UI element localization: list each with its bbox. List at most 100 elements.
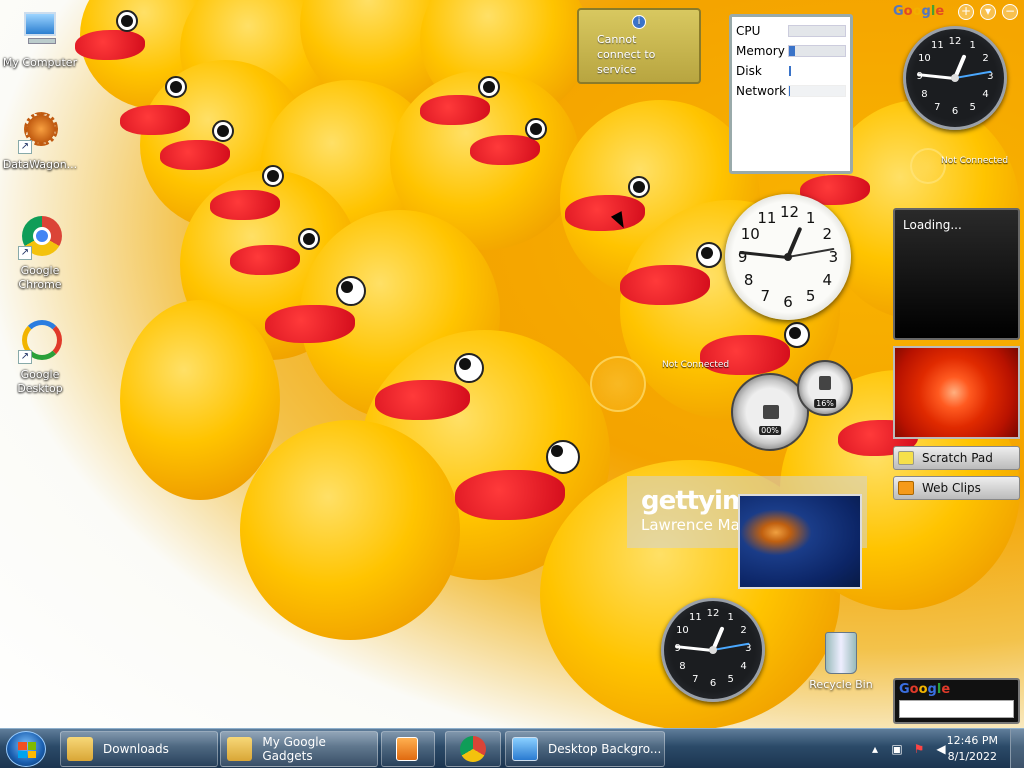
- clock-numeral: 8: [921, 88, 928, 100]
- taskbar-time: 12:46 PM: [946, 734, 998, 747]
- google-desktop-icon: ↗: [18, 320, 62, 364]
- computer-icon: [18, 8, 62, 52]
- desktop-icon-my-computer[interactable]: My Computer: [1, 8, 79, 70]
- taskbar-button-chrome[interactable]: [445, 731, 501, 767]
- shortcut-arrow-icon: ↗: [18, 350, 32, 364]
- windows-logo-icon: [18, 742, 36, 758]
- analog-clock-top-right[interactable]: 12 1 2 3 4 5 6 7 8 9 10 11: [903, 26, 1007, 130]
- action-center-flag-icon[interactable]: ⚑: [912, 742, 926, 756]
- google-search-gadget: Google: [893, 678, 1020, 724]
- scratch-pad-label: Scratch Pad: [922, 451, 993, 465]
- google-logo: Google: [899, 682, 951, 697]
- network-icon[interactable]: ▣: [890, 742, 904, 756]
- desktop-icon-datawagon[interactable]: ↗ DataWagon...: [1, 110, 79, 172]
- web-clips-label: Web Clips: [922, 481, 981, 495]
- clock-numeral: 4: [740, 660, 747, 672]
- clock-status-text: Not Connected: [941, 156, 1009, 166]
- clock-numeral: 8: [679, 660, 686, 672]
- disk-row: Disk: [736, 61, 846, 81]
- weather-gadget[interactable]: i Cannot connect to service: [577, 8, 701, 84]
- clock-numeral: 12: [948, 35, 962, 47]
- web-clips-button[interactable]: Web Clips: [893, 476, 1020, 500]
- clock-numeral: 5: [969, 101, 976, 113]
- taskbar-button-label: My Google Gadgets: [262, 735, 326, 763]
- desktop-icon-label: DataWagon...: [2, 158, 78, 171]
- system-tray: ▴ ▣ ⚑ ◀ 12:46 PM 8/1/2022: [840, 729, 1024, 768]
- system-monitor-gadget[interactable]: CPU Memory Disk Network: [729, 14, 853, 174]
- info-icon: i: [632, 15, 646, 29]
- clock-center-pin: [784, 253, 792, 261]
- clock-center-pin: [951, 74, 959, 82]
- taskbar-button-label: Desktop Backgro...: [548, 742, 662, 756]
- memory-row: Memory: [736, 41, 846, 61]
- clock-numeral: 6: [783, 293, 793, 312]
- slideshow-gadget[interactable]: Loading...: [893, 208, 1020, 340]
- clock-numeral: 10: [918, 53, 931, 65]
- sticky-note-icon: [898, 451, 914, 465]
- clock-numeral: 10: [740, 225, 760, 244]
- cpu-row: CPU: [736, 21, 846, 41]
- clock-numeral: 8: [743, 270, 754, 289]
- shortcut-arrow-icon: ↗: [18, 246, 32, 260]
- taskbar-button-my-google-gadgets[interactable]: My Google Gadgets: [220, 731, 378, 767]
- folder-icon: [227, 737, 253, 761]
- rss-feed-icon: [898, 481, 914, 495]
- show-desktop-button[interactable]: [1010, 729, 1024, 768]
- jellyfish-photo-gadget[interactable]: [738, 494, 862, 589]
- desktop-icon-label: Recycle Bin: [809, 678, 873, 691]
- cpu-bar: [788, 25, 846, 37]
- show-hidden-icons-icon[interactable]: ▴: [868, 742, 882, 756]
- scratch-pad-button[interactable]: Scratch Pad: [893, 446, 1020, 470]
- clock-numeral: 1: [969, 40, 976, 52]
- clock-numeral: 4: [982, 88, 989, 100]
- clock-numeral: 7: [692, 673, 699, 685]
- taskbar-button-desktop-background[interactable]: Desktop Backgro...: [505, 731, 665, 767]
- memory-label: Memory: [736, 44, 785, 58]
- taskbar-button-media-player[interactable]: [381, 731, 435, 767]
- network-label: Network: [736, 84, 787, 98]
- memory-chip-icon: [819, 376, 831, 390]
- clock-numeral: 4: [822, 270, 833, 289]
- disk-bar: [788, 65, 846, 77]
- clock-numeral: 11: [930, 40, 944, 52]
- clock-numeral: 6: [709, 678, 717, 690]
- clock-numeral: 11: [688, 612, 702, 624]
- taskbar-button-label: Downloads: [103, 742, 169, 756]
- clock-numeral: 5: [727, 673, 734, 685]
- slideshow-status: Loading...: [903, 218, 962, 232]
- clock-numeral: 7: [934, 101, 941, 113]
- clock-status-text: Not Connected: [662, 360, 730, 370]
- memory-meter-gauge[interactable]: 16%: [797, 360, 853, 416]
- flower-photo-gadget[interactable]: [893, 346, 1020, 439]
- clock-numeral: 2: [982, 53, 989, 65]
- desktop-icon-google-chrome[interactable]: ↗ Google Chrome: [1, 216, 79, 292]
- clock-numeral: 1: [805, 208, 816, 227]
- network-bar: [788, 85, 846, 97]
- desktop: My Computer ↗ DataWagon... ↗ Google Chro…: [0, 0, 1024, 728]
- google-search-input[interactable]: [899, 700, 1014, 718]
- clock-numeral: 2: [740, 625, 747, 637]
- taskbar-clock[interactable]: 12:46 PM 8/1/2022: [947, 733, 998, 765]
- taskbar-button-downloads[interactable]: Downloads: [60, 731, 218, 767]
- memory-percent: 16%: [814, 399, 836, 408]
- clock-numeral: 6: [951, 106, 959, 118]
- cpu-percent: 00%: [759, 426, 781, 435]
- analog-clock-middle[interactable]: 12 1 2 3 4 5 6 7 8 9 10 11: [725, 194, 851, 320]
- clock-numeral: 5: [805, 287, 816, 306]
- minimize-sidebar-button[interactable]: −: [1002, 4, 1018, 20]
- cpu-label: CPU: [736, 24, 761, 38]
- desktop-icon-google-desktop[interactable]: ↗ Google Desktop: [1, 320, 79, 396]
- analog-clock-bottom[interactable]: 12 1 2 3 4 5 6 7 8 9 10 11: [661, 598, 765, 702]
- desktop-icon-recycle-bin[interactable]: Recycle Bin: [808, 632, 874, 691]
- sidebar-menu-button[interactable]: ▾: [980, 4, 996, 20]
- add-gadget-button[interactable]: +: [958, 4, 974, 20]
- clock-numeral: 1: [727, 612, 734, 624]
- chrome-icon: [460, 736, 486, 762]
- start-button[interactable]: [6, 731, 46, 767]
- network-row: Network: [736, 81, 846, 101]
- chrome-icon: ↗: [18, 216, 62, 260]
- google-gadgets-logo: Google: [893, 4, 945, 19]
- recycle-bin-icon: [825, 632, 857, 674]
- taskbar: Downloads My Google Gadgets Desktop Back…: [0, 728, 1024, 768]
- desktop-background-icon: [512, 737, 538, 761]
